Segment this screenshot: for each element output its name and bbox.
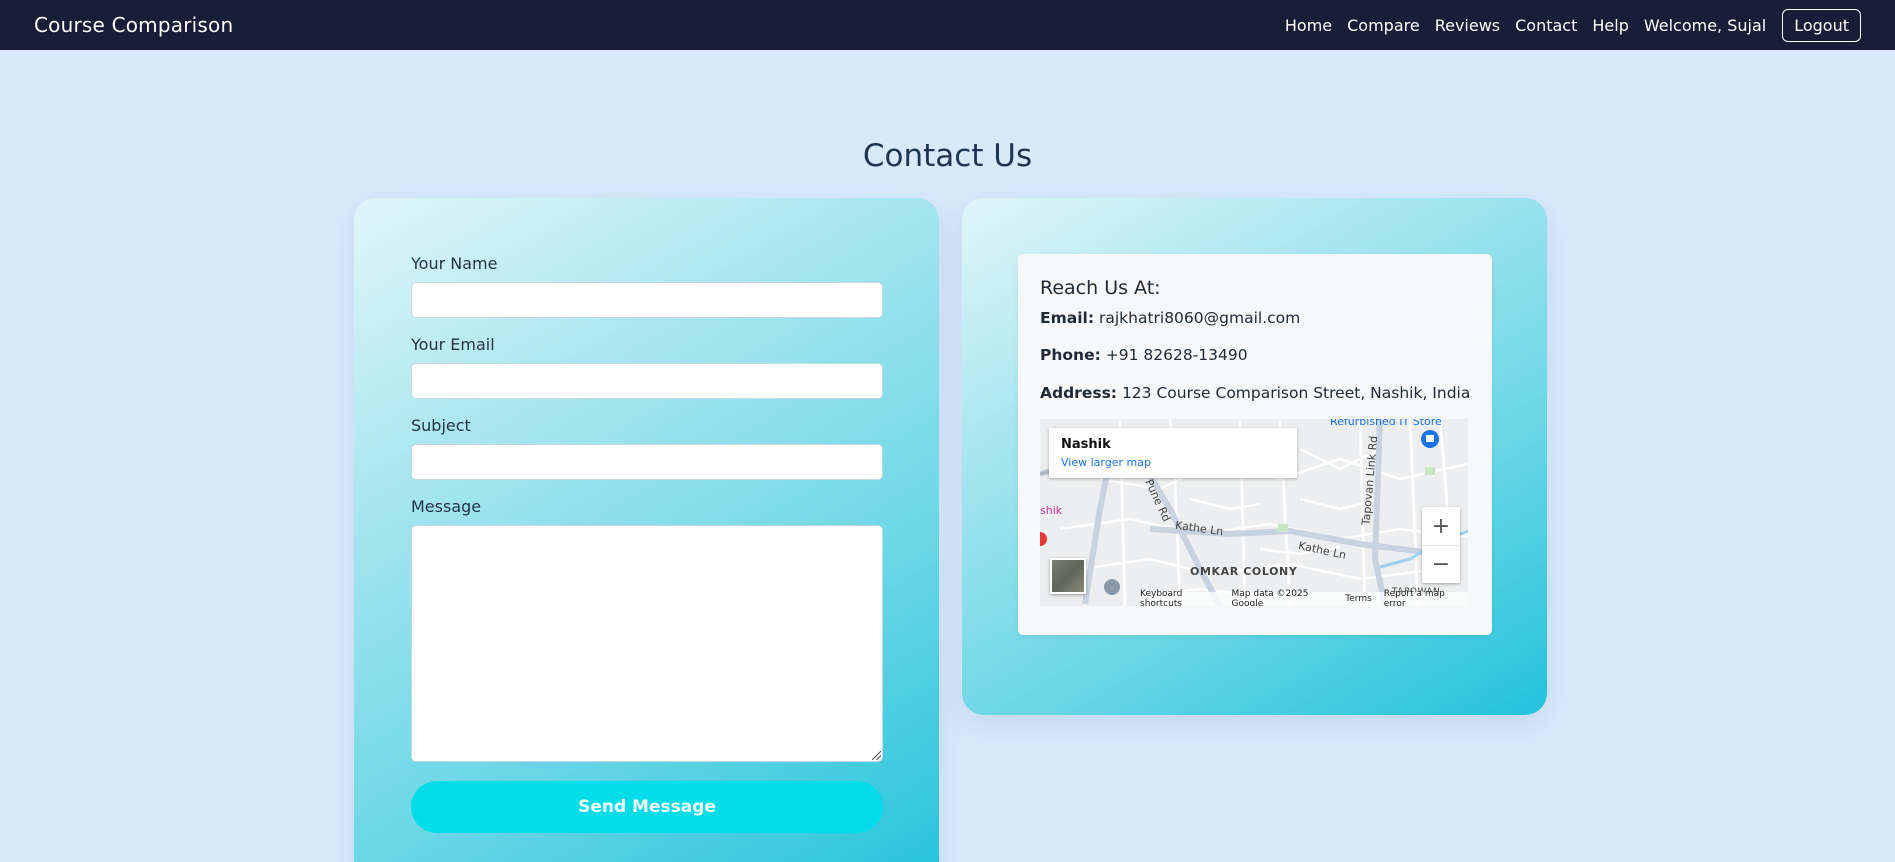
- send-message-button[interactable]: Send Message: [411, 781, 883, 833]
- nav-welcome-user[interactable]: Welcome, Sujal: [1644, 16, 1766, 35]
- map-place-card: Nashik View larger map: [1049, 428, 1297, 478]
- map-label-omkar-colony: OMKAR COLONY: [1190, 565, 1298, 578]
- nav-reviews[interactable]: Reviews: [1435, 16, 1500, 35]
- email-group: Your Email: [411, 335, 883, 399]
- email-value: rajkhatri8060@gmail.com: [1098, 309, 1301, 327]
- zoom-out-button[interactable]: −: [1422, 545, 1460, 583]
- email-line: Email: rajkhatri8060@gmail.com: [1040, 309, 1300, 327]
- reach-us-heading: Reach Us At:: [1040, 277, 1161, 299]
- name-input[interactable]: [411, 282, 883, 318]
- map-label-nashik-edge: shik: [1040, 504, 1063, 517]
- message-label: Message: [411, 497, 482, 516]
- embedded-map[interactable]: Refurbished IT Store shik Kathe Ln Kathe…: [1040, 419, 1468, 606]
- phone-value: +91 82628-13490: [1105, 346, 1248, 364]
- address-line: Address: 123 Course Comparison Street, N…: [1040, 384, 1470, 402]
- email-info-label: Email:: [1040, 309, 1095, 327]
- nav-compare[interactable]: Compare: [1347, 16, 1420, 35]
- navbar: Course Comparison Home Compare Reviews C…: [0, 0, 1895, 50]
- view-larger-map-link[interactable]: View larger map: [1061, 456, 1151, 469]
- keyboard-shortcuts-link[interactable]: Keyboard shortcuts: [1140, 589, 1220, 606]
- page-title: Contact Us: [862, 138, 1033, 174]
- zoom-in-button[interactable]: +: [1422, 507, 1460, 545]
- name-label: Your Name: [411, 254, 498, 273]
- phone-info-label: Phone:: [1040, 346, 1101, 364]
- textarea-resize-handle[interactable]: [872, 751, 881, 760]
- contact-info-box: Reach Us At: Email: rajkhatri8060@gmail.…: [1018, 254, 1492, 635]
- address-value: 123 Course Comparison Street, Nashik, In…: [1121, 384, 1471, 402]
- logout-button[interactable]: Logout: [1782, 8, 1861, 42]
- report-map-error-link[interactable]: Report a map error: [1384, 589, 1462, 606]
- map-data-attribution: Map data ©2025 Google: [1231, 589, 1309, 606]
- phone-line: Phone: +91 82628-13490: [1040, 346, 1248, 364]
- contact-info-card: Reach Us At: Email: rajkhatri8060@gmail.…: [962, 198, 1547, 715]
- nav-links: Home Compare Reviews Contact Help Welcom…: [1285, 8, 1861, 42]
- map-place-name: Nashik: [1061, 437, 1111, 452]
- nav-home[interactable]: Home: [1285, 16, 1332, 35]
- subject-input[interactable]: [411, 444, 883, 480]
- terms-link[interactable]: Terms: [1345, 594, 1372, 604]
- nav-help[interactable]: Help: [1592, 16, 1628, 35]
- brand-logo[interactable]: Course Comparison: [34, 13, 233, 37]
- subject-label: Subject: [411, 416, 471, 435]
- map-zoom-control: + −: [1422, 507, 1460, 583]
- nav-contact[interactable]: Contact: [1515, 16, 1577, 35]
- email-label: Your Email: [411, 335, 495, 354]
- message-group: Message: [411, 497, 883, 762]
- map-label-store: Refurbished IT Store: [1330, 419, 1442, 428]
- message-textarea[interactable]: [411, 525, 883, 762]
- satellite-view-toggle[interactable]: [1050, 558, 1086, 594]
- name-group: Your Name: [411, 254, 883, 318]
- address-info-label: Address:: [1040, 384, 1117, 402]
- email-input[interactable]: [411, 363, 883, 399]
- map-footer: Keyboard shortcuts Map data ©2025 Google…: [1140, 589, 1468, 606]
- contact-form-card: Your Name Your Email Subject Message Sen…: [354, 198, 939, 862]
- subject-group: Subject: [411, 416, 883, 480]
